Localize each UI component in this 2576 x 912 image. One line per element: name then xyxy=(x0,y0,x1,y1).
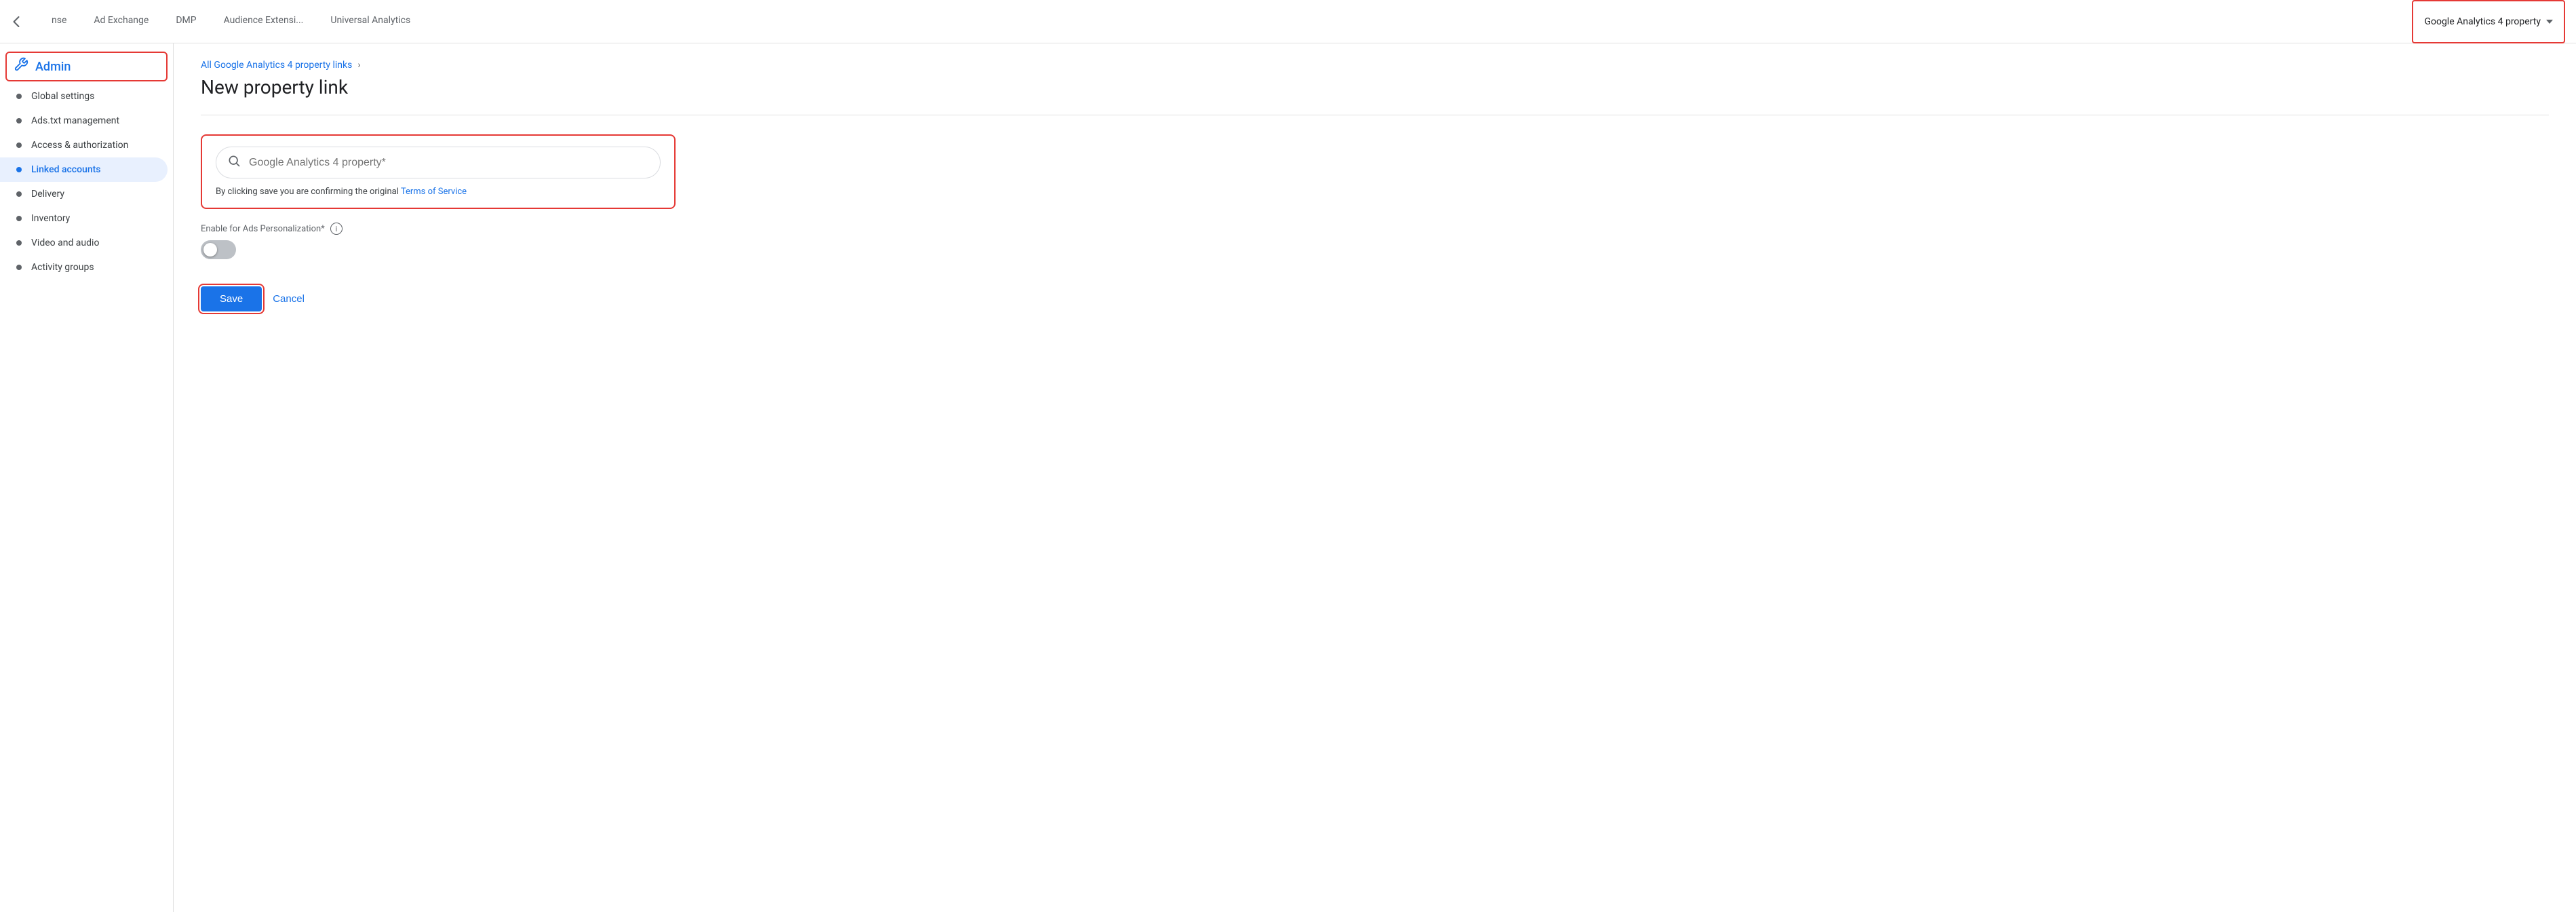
tab-ga4-dropdown[interactable]: Google Analytics 4 property xyxy=(2412,0,2565,43)
page-title: New property link xyxy=(201,76,2549,98)
sidebar: Admin Global settings Ads.txt management… xyxy=(0,43,174,912)
dot-icon xyxy=(16,191,22,197)
sidebar-label-inventory: Inventory xyxy=(31,213,70,224)
back-button[interactable] xyxy=(0,0,33,43)
chevron-down-icon xyxy=(2546,20,2553,24)
sidebar-item-ads-txt[interactable]: Ads.txt management xyxy=(0,109,168,133)
main-layout: Admin Global settings Ads.txt management… xyxy=(0,43,2576,912)
tab-dmp[interactable]: DMP xyxy=(162,0,210,43)
tos-link[interactable]: Terms of Service xyxy=(401,187,467,197)
toggle-label: Enable for Ads Personalization* xyxy=(201,224,325,234)
tos-text: By clicking save you are confirming the … xyxy=(216,187,661,197)
top-nav: nse Ad Exchange DMP Audience Extensi... … xyxy=(0,0,2576,43)
search-icon xyxy=(227,154,241,171)
sidebar-label-global-settings: Global settings xyxy=(31,91,94,102)
toggle-thumb xyxy=(203,243,217,256)
sidebar-item-inventory[interactable]: Inventory xyxy=(0,206,168,231)
save-button[interactable]: Save xyxy=(201,286,262,311)
dot-icon xyxy=(16,94,22,99)
sidebar-label-access-auth: Access & authorization xyxy=(31,140,128,151)
admin-header[interactable]: Admin xyxy=(5,52,168,81)
sidebar-item-delivery[interactable]: Delivery xyxy=(0,182,168,206)
tos-prefix: By clicking save you are confirming the … xyxy=(216,187,401,197)
info-icon[interactable]: i xyxy=(330,223,343,235)
nav-tabs: nse Ad Exchange DMP Audience Extensi... … xyxy=(33,0,2412,43)
breadcrumb-link[interactable]: All Google Analytics 4 property links xyxy=(201,60,352,71)
sidebar-label-ads-txt: Ads.txt management xyxy=(31,115,119,126)
search-input-row xyxy=(216,147,661,178)
sidebar-item-global-settings[interactable]: Global settings xyxy=(0,84,168,109)
dot-icon xyxy=(16,142,22,148)
tab-audience-extension[interactable]: Audience Extensi... xyxy=(210,0,317,43)
sidebar-item-video-audio[interactable]: Video and audio xyxy=(0,231,168,255)
sidebar-item-access-auth[interactable]: Access & authorization xyxy=(0,133,168,157)
toggle-label-row: Enable for Ads Personalization* i xyxy=(201,223,2549,235)
dot-icon xyxy=(16,265,22,270)
admin-label: Admin xyxy=(35,60,71,74)
sidebar-item-activity-groups[interactable]: Activity groups xyxy=(0,255,168,280)
sidebar-label-video-audio: Video and audio xyxy=(31,238,99,248)
sidebar-item-linked-accounts[interactable]: Linked accounts xyxy=(0,157,168,182)
sidebar-label-delivery: Delivery xyxy=(31,189,64,200)
dot-icon xyxy=(16,118,22,124)
tab-ga4-label: Google Analytics 4 property xyxy=(2424,16,2541,27)
dot-active-icon xyxy=(16,167,22,172)
dot-icon xyxy=(16,240,22,246)
breadcrumb: All Google Analytics 4 property links › xyxy=(201,60,2549,71)
admin-wrench-icon xyxy=(14,57,28,76)
action-buttons: Save Cancel xyxy=(201,286,2549,311)
toggle-track xyxy=(201,240,236,259)
cancel-button[interactable]: Cancel xyxy=(273,293,305,305)
toggle-section: Enable for Ads Personalization* i xyxy=(201,223,2549,259)
content-area: All Google Analytics 4 property links › … xyxy=(174,43,2576,912)
tab-universal-analytics[interactable]: Universal Analytics xyxy=(317,0,424,43)
search-section: By clicking save you are confirming the … xyxy=(201,134,676,209)
dot-icon xyxy=(16,216,22,221)
toggle-switch[interactable] xyxy=(201,240,236,259)
breadcrumb-chevron-icon: › xyxy=(357,60,360,71)
tab-ad-exchange[interactable]: Ad Exchange xyxy=(80,0,162,43)
sidebar-label-activity-groups: Activity groups xyxy=(31,262,94,273)
tab-nse[interactable]: nse xyxy=(38,0,80,43)
sidebar-label-linked-accounts: Linked accounts xyxy=(31,164,101,175)
search-input[interactable] xyxy=(249,157,649,169)
